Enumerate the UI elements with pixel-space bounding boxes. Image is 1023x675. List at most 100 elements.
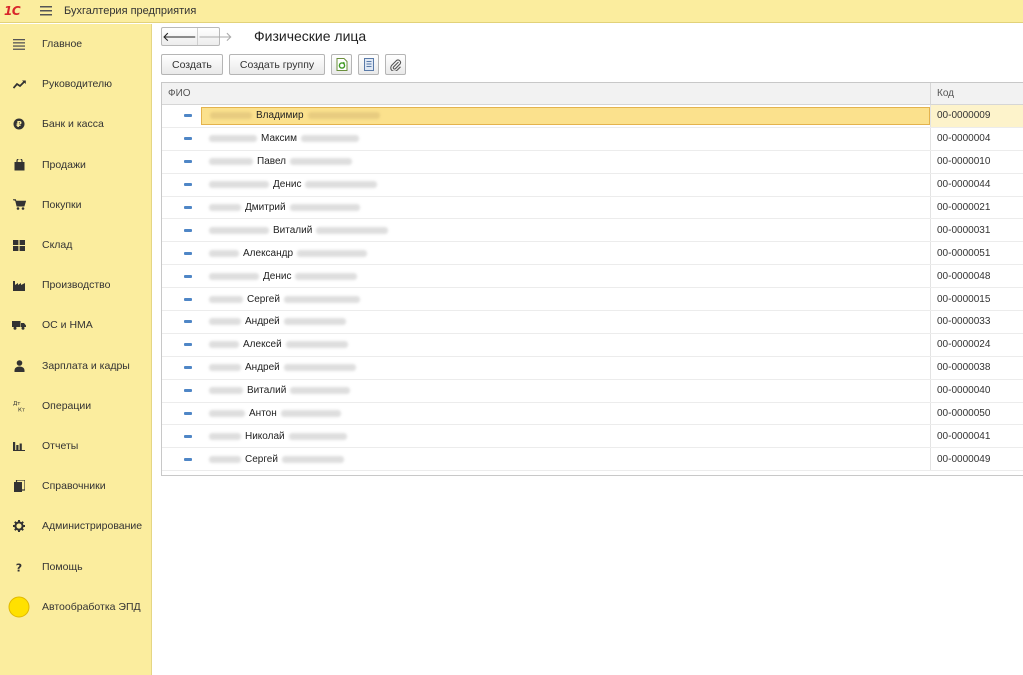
first-name: Сергей (247, 293, 280, 305)
redacted-patronymic (285, 341, 348, 349)
attachments-button[interactable] (385, 54, 407, 75)
cell-fio[interactable]: Максим (162, 127, 931, 150)
cell-fio[interactable]: Дмитрий (162, 196, 931, 219)
cell-code[interactable]: 00-0000015 (931, 288, 1023, 310)
sidebar-item-production[interactable]: Производство (0, 265, 151, 305)
refresh-button[interactable] (331, 54, 353, 75)
cell-code[interactable]: 00-0000031 (931, 219, 1023, 241)
sidebar-item-epd[interactable]: Автообработка ЭПД (0, 587, 151, 627)
forward-arrow-icon[interactable]: 🡒 (198, 28, 233, 45)
cell-fio[interactable]: Денис (162, 265, 931, 288)
person-icon (0, 359, 36, 372)
cell-code[interactable]: 00-0000050 (931, 403, 1023, 425)
sidebar-item-main[interactable]: Главное (0, 24, 151, 64)
fio-value: Александр (201, 244, 371, 262)
sidebar-item-directories[interactable]: Справочники (0, 466, 151, 506)
redacted-patronymic (283, 318, 346, 326)
table-row[interactable]: Андрей 00-0000033 (162, 311, 1023, 334)
sidebar-item-manager[interactable]: Руководителю (0, 64, 151, 104)
cell-fio[interactable]: Александр (162, 242, 931, 265)
redacted-patronymic (289, 204, 360, 211)
redacted-surname (209, 204, 241, 211)
fio-value: Денис (201, 176, 381, 194)
cell-code[interactable]: 00-0000038 (931, 357, 1023, 379)
list-icon (0, 38, 36, 50)
table-row[interactable]: Сергей 00-0000049 (162, 448, 1023, 472)
table-row[interactable]: Антон 00-0000050 (162, 402, 1023, 426)
column-header-code[interactable]: Код (931, 83, 1023, 104)
table-row[interactable]: Денис 00-0000044 (162, 173, 1023, 197)
table-row[interactable]: Владимир 00-0000009 (162, 105, 1023, 128)
fio-value: Денис (201, 267, 361, 285)
first-name: Владимир (256, 110, 304, 122)
fio-value: Алексей (201, 336, 352, 354)
create-button[interactable]: Создать (161, 54, 223, 75)
redacted-surname (209, 432, 241, 440)
sidebar-item-sales[interactable]: Продажи (0, 145, 151, 185)
cell-code[interactable]: 00-0000048 (931, 265, 1023, 287)
cell-code[interactable]: 00-0000033 (931, 311, 1023, 333)
cell-fio[interactable]: Виталий (162, 219, 931, 242)
item-marker-icon (184, 274, 192, 278)
cell-code[interactable]: 00-0000024 (931, 334, 1023, 356)
sidebar-item-bank[interactable]: ₽ Банк и касса (0, 104, 151, 144)
cell-code[interactable]: 00-0000041 (931, 425, 1023, 447)
table-row[interactable]: Павел 00-0000010 (162, 150, 1023, 174)
report-button[interactable] (358, 54, 380, 75)
cell-code[interactable]: 00-0000010 (931, 151, 1023, 173)
table-row[interactable]: Виталий 00-0000040 (162, 379, 1023, 403)
app-logo[interactable]: 1С (4, 4, 30, 18)
paperclip-icon (389, 58, 401, 71)
cell-fio[interactable]: Николай (162, 425, 931, 448)
table-row[interactable]: Андрей 00-0000038 (162, 356, 1023, 380)
redacted-patronymic (295, 272, 358, 280)
sidebar-item-reports[interactable]: Отчеты (0, 426, 151, 466)
sidebar-item-label: Помощь (42, 560, 83, 573)
table-row[interactable]: Виталий 00-0000031 (162, 219, 1023, 243)
table-row[interactable]: Максим 00-0000004 (162, 127, 1023, 151)
sidebar-item-administration[interactable]: Администрирование (0, 506, 151, 546)
cell-fio[interactable]: Андрей (162, 311, 931, 333)
sidebar-item-help[interactable]: ? Помощь (0, 546, 151, 586)
fio-value: Антон (201, 405, 345, 423)
sidebar-item-salary[interactable]: Зарплата и кадры (0, 346, 151, 386)
redacted-surname (210, 112, 252, 120)
cell-fio[interactable]: Владимир (162, 105, 931, 127)
sidebar-item-warehouse[interactable]: Склад (0, 225, 151, 265)
sidebar-item-fixed-assets[interactable]: ОС и НМА (0, 305, 151, 345)
cell-fio[interactable]: Антон (162, 402, 931, 425)
sidebar-item-purchases[interactable]: Покупки (0, 185, 151, 225)
cell-fio[interactable]: Андрей (162, 356, 931, 379)
cell-fio[interactable]: Сергей (162, 288, 931, 311)
fio-value: Максим (201, 130, 363, 148)
create-group-button[interactable]: Создать группу (228, 54, 326, 75)
cell-fio[interactable]: Денис (162, 173, 931, 196)
sidebar-item-label: Производство (42, 279, 111, 292)
table-row[interactable]: Дмитрий 00-0000021 (162, 196, 1023, 220)
cell-fio[interactable]: Сергей (162, 448, 931, 471)
cell-fio[interactable]: Виталий (162, 379, 931, 402)
sidebar-item-operations[interactable]: Дт Кт Операции (0, 386, 151, 426)
table-row[interactable]: Николай 00-0000041 (162, 425, 1023, 449)
cell-code[interactable]: 00-0000004 (931, 128, 1023, 150)
sidebar-item-label: ОС и НМА (42, 319, 93, 332)
cell-code[interactable]: 00-0000044 (931, 174, 1023, 196)
sidebar-item-label: Зарплата и кадры (42, 359, 130, 372)
table-row[interactable]: Денис 00-0000048 (162, 265, 1023, 289)
column-header-fio[interactable]: ФИО (162, 83, 931, 104)
hamburger-menu-icon[interactable] (36, 1, 56, 21)
cell-code[interactable]: 00-0000040 (931, 380, 1023, 402)
cell-code[interactable]: 00-0000049 (931, 448, 1023, 470)
table-row[interactable]: Сергей 00-0000015 (162, 288, 1023, 312)
trend-icon (0, 80, 36, 89)
table-row[interactable]: Алексей 00-0000024 (162, 333, 1023, 357)
table-row[interactable]: Александр 00-0000051 (162, 242, 1023, 266)
cell-code[interactable]: 00-0000021 (931, 197, 1023, 219)
sidebar-item-label: Операции (42, 399, 92, 412)
cell-code[interactable]: 00-0000051 (931, 242, 1023, 264)
cell-fio[interactable]: Алексей (162, 333, 931, 356)
first-name: Андрей (245, 362, 280, 374)
back-arrow-icon[interactable]: 🡐 (162, 28, 198, 45)
cell-fio[interactable]: Павел (162, 150, 931, 173)
cell-code[interactable]: 00-0000009 (931, 105, 1023, 127)
